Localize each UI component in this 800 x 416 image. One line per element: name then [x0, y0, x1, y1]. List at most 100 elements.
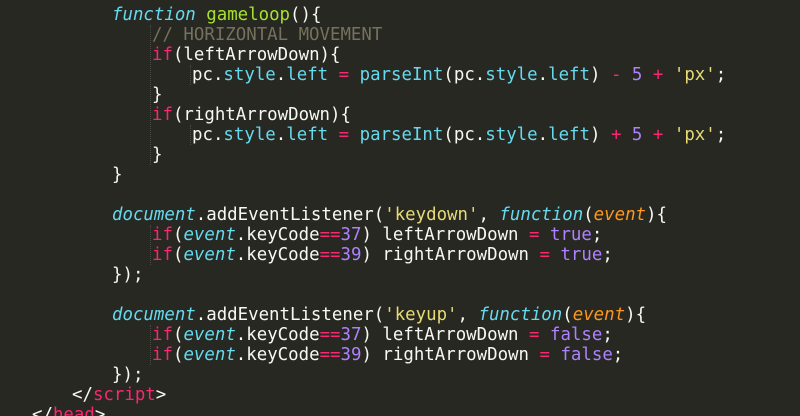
code-token-plain: (pc.: [443, 65, 486, 85]
code-line[interactable]: if(rightArrowDown){: [152, 105, 351, 125]
code-token-builtin: left: [286, 125, 329, 145]
code-line[interactable]: if(event.keyCode==39) rightArrowDown = t…: [152, 245, 613, 265]
code-line[interactable]: }: [152, 85, 162, 105]
code-token-plain: </: [32, 405, 53, 416]
code-token-keyword: if: [152, 325, 173, 345]
code-token-builtin: parseInt: [359, 65, 444, 85]
code-token-keyword: if: [152, 225, 173, 245]
code-token-plain: .keyCode: [235, 225, 320, 245]
code-token-plain: ;: [715, 125, 727, 145]
code-line[interactable]: </script>: [72, 385, 166, 405]
code-token-plain: .keyCode: [235, 325, 320, 345]
code-token-builtin: style: [223, 125, 276, 145]
code-token-storage: function: [499, 205, 584, 225]
code-token-plain: });: [112, 365, 144, 385]
code-line[interactable]: }: [112, 165, 122, 185]
code-line[interactable]: if(event.keyCode==39) rightArrowDown = f…: [152, 345, 623, 365]
code-token-keyword: +: [652, 125, 664, 145]
code-line[interactable]: // HORIZONTAL MOVEMENT: [152, 25, 382, 45]
code-line[interactable]: document.addEventListener('keyup', funct…: [112, 305, 646, 325]
code-token-plain: (: [172, 325, 184, 345]
code-token-builtin: left: [548, 125, 590, 145]
code-token-number: 39: [340, 245, 362, 265]
code-token-string: 'px': [673, 65, 716, 85]
code-token-plain: });: [112, 265, 144, 285]
code-token-builtin: left: [286, 65, 329, 85]
code-token-plain: pc.: [192, 65, 224, 85]
code-token-plain: (: [172, 245, 184, 265]
code-token-var: event: [183, 325, 236, 345]
code-token-plain: .keyCode: [235, 245, 320, 265]
code-token-keyword: ==: [319, 345, 341, 365]
code-token-plain: ){: [625, 305, 647, 325]
code-token-var: event: [183, 345, 236, 365]
code-token-plain: ) rightArrowDown: [361, 345, 540, 365]
code-line[interactable]: </head>: [32, 405, 105, 416]
code-token-number: 5: [631, 65, 643, 85]
code-token-keyword: if: [152, 45, 173, 65]
code-token-keyword: =: [338, 125, 350, 145]
code-token-keyword: ==: [319, 245, 341, 265]
code-token-plain: .: [537, 125, 549, 145]
code-token-plain: ,: [478, 205, 500, 225]
code-token-var: event: [183, 225, 236, 245]
code-token-plain: (rightArrowDown){: [172, 105, 351, 125]
code-line[interactable]: if(event.keyCode==37) leftArrowDown = tr…: [152, 225, 602, 245]
code-token-keyword: =: [539, 245, 550, 265]
indent-guide: [190, 125, 191, 145]
code-token-const: false: [560, 345, 613, 365]
code-token-tag: script: [92, 385, 156, 405]
indent-guide: [150, 325, 151, 365]
code-token-plain: .addEventListener(: [195, 205, 385, 225]
code-token-plain: }: [152, 85, 163, 105]
code-token-keyword: if: [152, 245, 173, 265]
code-token-plain: .: [537, 65, 549, 85]
code-token-plain: (){: [290, 5, 322, 25]
code-token-plain: ): [590, 125, 611, 145]
code-editor[interactable]: function gameloop(){// HORIZONTAL MOVEME…: [0, 0, 800, 416]
code-token-keyword: =: [338, 65, 350, 85]
code-line[interactable]: });: [112, 365, 143, 385]
code-line[interactable]: pc.style.left = parseInt(pc.style.left) …: [192, 65, 726, 85]
code-token-var: event: [183, 245, 236, 265]
code-token-plain: ) leftArrowDown: [361, 325, 529, 345]
code-token-plain: (: [583, 205, 594, 225]
code-token-plain: ) rightArrowDown: [361, 245, 540, 265]
code-token-plain: ;: [715, 65, 727, 85]
code-line[interactable]: pc.style.left = parseInt(pc.style.left) …: [192, 125, 726, 145]
code-token-keyword: -: [610, 65, 622, 85]
code-token-plain: ,: [457, 305, 479, 325]
indent-guide: [190, 65, 191, 85]
code-token-plain: ): [590, 65, 611, 85]
code-token-plain: (: [562, 305, 573, 325]
code-line[interactable]: function gameloop(){: [112, 5, 321, 25]
code-token-builtin: style: [223, 65, 276, 85]
code-line[interactable]: if(event.keyCode==37) leftArrowDown = fa…: [152, 325, 613, 345]
code-line[interactable]: document.addEventListener('keydown', fun…: [112, 205, 667, 225]
code-token-const: false: [549, 325, 603, 345]
code-token-keyword: =: [539, 345, 550, 365]
code-line[interactable]: if(leftArrowDown){: [152, 45, 340, 65]
code-token-plain: >: [155, 385, 167, 405]
code-token-plain: .keyCode: [235, 345, 320, 365]
code-token-string: 'px': [673, 125, 716, 145]
code-token-builtin: style: [485, 125, 538, 145]
code-token-plain: (: [172, 225, 184, 245]
code-token-comment: // HORIZONTAL MOVEMENT: [152, 25, 383, 45]
code-line[interactable]: }: [152, 145, 162, 165]
code-token-param: event: [593, 205, 647, 225]
code-token-string: 'keyup': [384, 305, 458, 325]
code-line[interactable]: });: [112, 265, 143, 285]
code-token-plain: ;: [602, 245, 613, 265]
code-token-storage: function: [112, 5, 196, 25]
code-token-number: 37: [340, 225, 362, 245]
code-token-param: event: [572, 305, 626, 325]
